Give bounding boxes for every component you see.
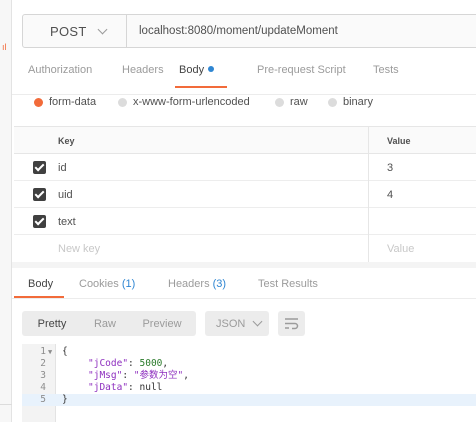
checkbox-checked-icon[interactable] <box>33 188 46 201</box>
tab-test-results[interactable]: Test Results <box>258 278 318 290</box>
table-row: text <box>14 208 476 235</box>
checkbox-checked-icon[interactable] <box>33 215 46 228</box>
json-sep: : <box>128 382 140 393</box>
radio-x-www-form-urlencoded[interactable]: x-www-form-urlencoded <box>118 96 250 108</box>
json-key: "jCode" <box>88 358 129 369</box>
response-body-viewer[interactable]: 1 ▼ { 2 "jCode": 5000, 3 "jMsg": "参数为空",… <box>22 344 476 422</box>
radio-label: x-www-form-urlencoded <box>133 96 250 108</box>
request-bar: POST localhost:8080/moment/updateMoment <box>22 14 476 48</box>
code-line: 2 "jCode": 5000, <box>22 358 476 370</box>
preview-button[interactable]: Preview <box>128 311 196 336</box>
chevron-down-icon <box>97 24 108 34</box>
table-row-new: New key Value <box>14 235 476 262</box>
view-mode-toggle: Pretty Raw Preview <box>22 311 196 336</box>
radio-form-data[interactable]: form-data <box>34 96 96 108</box>
line-number: 5 <box>40 394 46 405</box>
left-panel-divider <box>0 404 12 405</box>
active-tab-indicator <box>175 86 227 88</box>
left-panel-edge <box>0 0 12 422</box>
format-label: JSON <box>216 317 246 330</box>
format-select[interactable]: JSON <box>205 311 269 336</box>
json-field: "jMsg": "参数为空", <box>88 370 189 382</box>
code-line: 3 "jMsg": "参数为空", <box>22 370 476 382</box>
radio-label: binary <box>343 96 373 108</box>
divider <box>12 298 476 299</box>
wrap-lines-button[interactable] <box>278 311 305 336</box>
tab-response-body[interactable]: Body <box>28 278 53 290</box>
checkbox-checked-icon[interactable] <box>33 161 46 174</box>
radio-label: raw <box>290 96 308 108</box>
json-sep: : <box>128 358 140 369</box>
divider <box>12 94 476 95</box>
code-line: 1 ▼ { <box>22 346 476 358</box>
radio-label: form-data <box>49 96 97 108</box>
column-header-value: Value <box>387 136 411 146</box>
radio-binary[interactable]: binary <box>328 96 373 108</box>
line-number: 3 <box>40 370 46 381</box>
url-input[interactable]: localhost:8080/moment/updateMoment <box>139 15 338 47</box>
code-line-active: 5 } <box>22 394 476 406</box>
table-row: id 3 <box>14 154 476 181</box>
json-value: 5000 <box>139 358 163 369</box>
modified-dot-icon <box>208 66 215 72</box>
json-field: "jCode": 5000, <box>88 358 168 370</box>
pretty-button[interactable]: Pretty <box>22 311 82 336</box>
table-header: Key Value <box>14 126 476 154</box>
section-divider <box>12 262 476 268</box>
tab-tests[interactable]: Tests <box>373 64 399 76</box>
json-comma: , <box>162 358 169 369</box>
cookies-count: (1) <box>121 278 136 290</box>
tab-headers[interactable]: Headers <box>122 64 164 76</box>
json-field: "jData": null <box>88 382 162 394</box>
tab-response-headers[interactable]: Headers (3) <box>168 278 226 290</box>
line-number: 2 <box>40 358 46 369</box>
param-key[interactable]: id <box>58 162 67 174</box>
tab-cookies[interactable]: Cookies (1) <box>79 278 135 290</box>
method-label: POST <box>50 23 87 39</box>
wrap-lines-icon <box>285 318 299 330</box>
line-number: 4 <box>40 382 46 393</box>
tab-cookies-label: Cookies <box>79 278 119 290</box>
table-row: uid 4 <box>14 181 476 208</box>
param-value[interactable]: 3 <box>387 162 393 174</box>
radio-raw[interactable]: raw <box>275 96 308 108</box>
radio-icon <box>328 97 337 107</box>
json-value: null <box>139 382 163 393</box>
json-key: "jData" <box>88 382 129 393</box>
json-open-brace: { <box>62 346 68 357</box>
json-close-brace: } <box>62 394 68 405</box>
json-sep: : <box>122 370 134 381</box>
code-line: 4 "jData": null <box>22 382 476 394</box>
json-key: "jMsg" <box>88 370 123 381</box>
headers-count: (3) <box>212 278 227 290</box>
chevron-down-icon <box>252 316 263 327</box>
param-key[interactable]: text <box>58 216 76 228</box>
radio-selected-icon <box>34 97 43 107</box>
param-key[interactable]: uid <box>58 189 73 201</box>
tab-headers-label: Headers <box>168 278 210 290</box>
json-comma: , <box>183 370 189 381</box>
tab-body-label: Body <box>179 64 205 76</box>
tab-pre-request-script[interactable]: Pre-request Script <box>257 64 346 76</box>
new-key-input[interactable]: New key <box>58 243 100 255</box>
param-value[interactable]: 4 <box>387 189 393 201</box>
radio-icon <box>118 97 127 107</box>
params-table: Key Value id 3 uid 4 text New key Value <box>14 126 476 262</box>
column-divider <box>368 126 369 262</box>
new-value-input[interactable]: Value <box>387 243 414 255</box>
method-select[interactable]: POST <box>23 15 127 47</box>
left-panel-accent: ıl <box>2 42 7 52</box>
tab-authorization[interactable]: Authorization <box>28 64 92 76</box>
tab-body[interactable]: Body <box>179 64 215 76</box>
fold-arrow-icon[interactable]: ▼ <box>48 346 52 358</box>
line-number: 1 <box>40 346 46 357</box>
raw-button[interactable]: Raw <box>82 311 128 336</box>
column-header-key: Key <box>58 136 75 146</box>
radio-icon <box>275 97 284 107</box>
json-value: "参数为空" <box>133 370 184 381</box>
